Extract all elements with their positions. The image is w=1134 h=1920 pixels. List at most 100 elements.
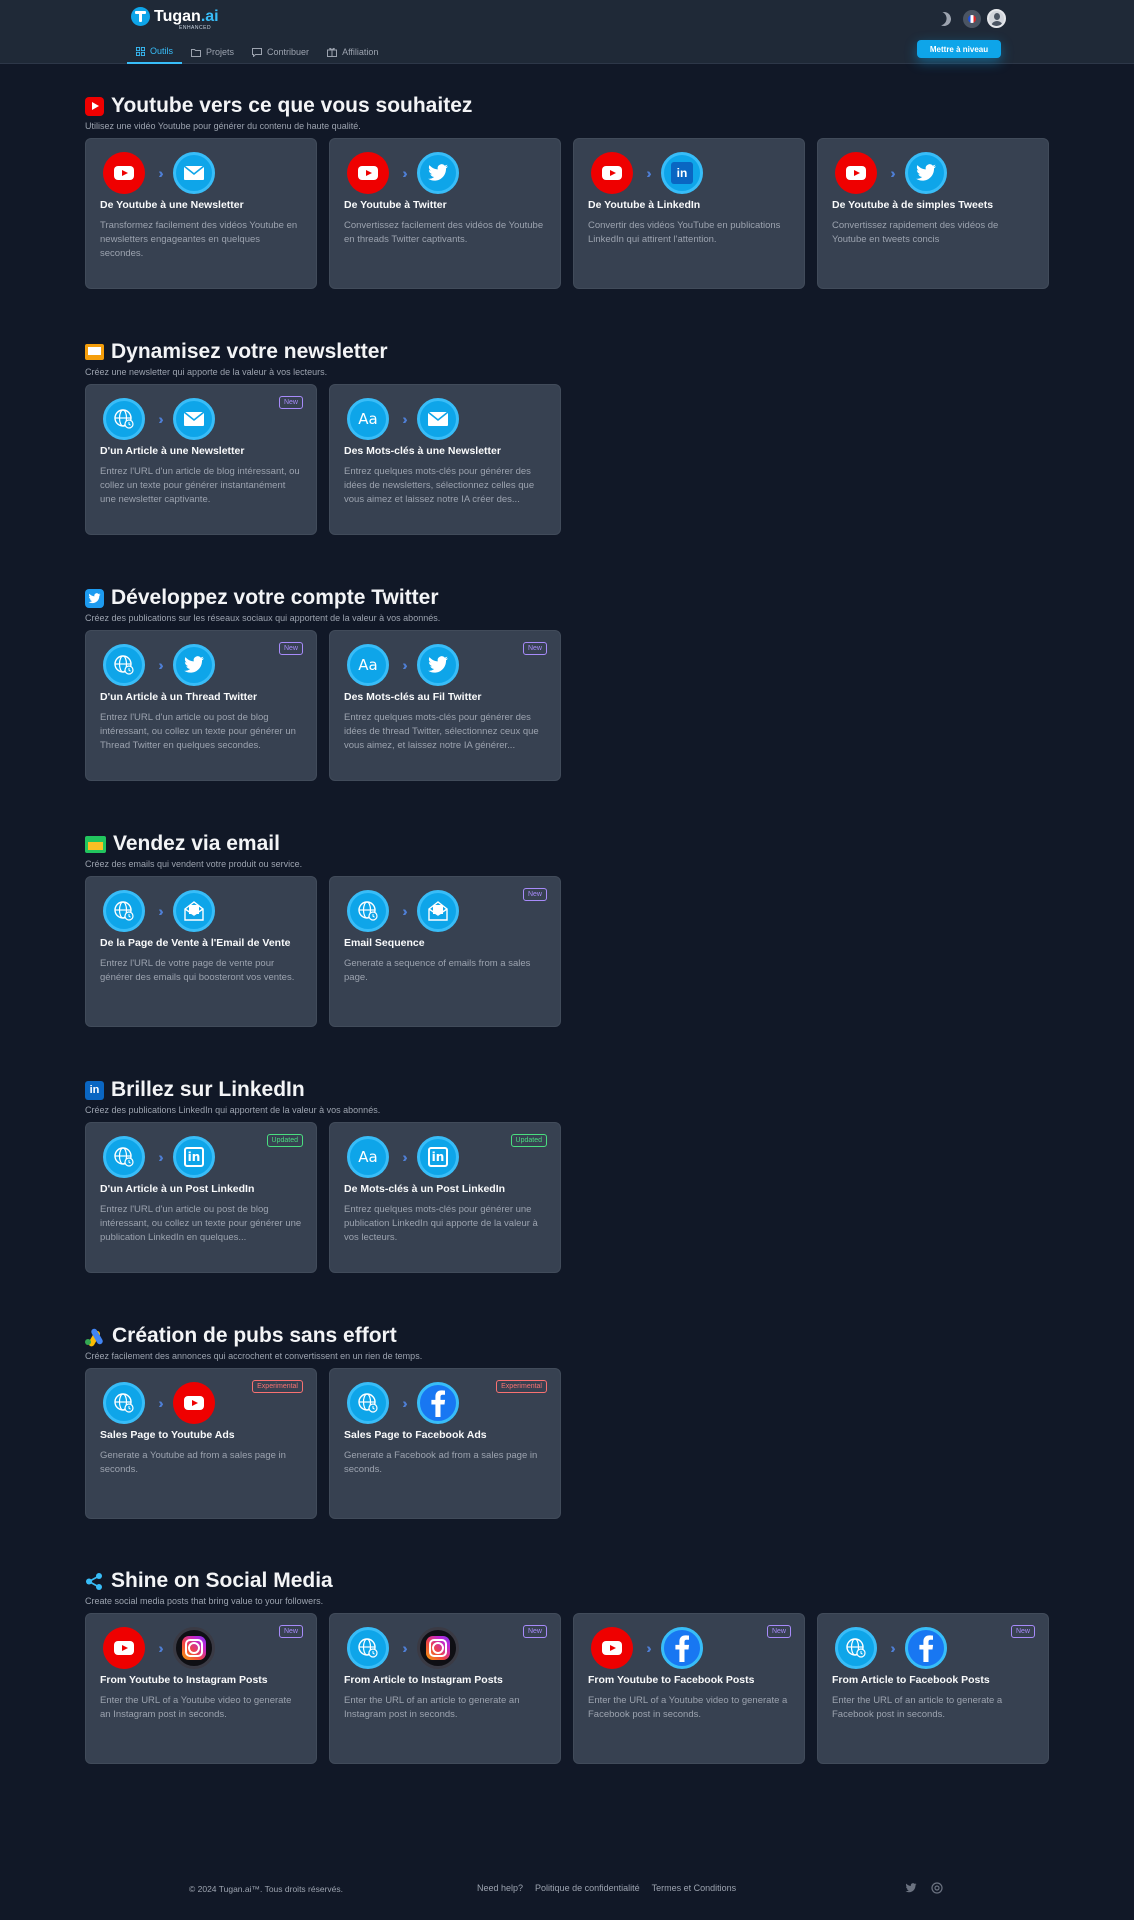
section-twitter: Développez votre compte Twitter Créez de… [85, 584, 1049, 781]
copyright-text: © 2024 Tugan.ai™. Tous droits réservés. [189, 1884, 343, 1894]
facebook-icon [417, 1382, 459, 1424]
tool-card-keywords-thread[interactable]: Aa ››› New Des Mots-clés au Fil Twitter … [329, 630, 561, 781]
twitter-icon [417, 152, 459, 194]
tool-card-salespage-email[interactable]: ››› De la Page de Vente à l'Email de Ven… [85, 876, 317, 1027]
card-description: Generate a Facebook ad from a sales page… [344, 1450, 538, 1475]
linkedin-icon: in [85, 1080, 104, 1100]
arrow-icon: ››› [389, 903, 417, 919]
globe-icon [347, 1382, 389, 1424]
footer-social [905, 1882, 943, 1894]
arrow-icon: ››› [389, 1395, 417, 1411]
card-description: Entrez quelques mots-clés pour générer d… [344, 466, 535, 505]
experimental-badge: Experimental [252, 1380, 303, 1393]
youtube-icon [591, 152, 633, 194]
linkedin-icon: in [417, 1136, 459, 1178]
tool-card-article-instagram[interactable]: ››› New From Article to Instagram Posts … [329, 1613, 561, 1764]
tool-card-article-facebook[interactable]: ››› New From Article to Facebook Posts E… [817, 1613, 1049, 1764]
card-description: Enter the URL of a Youtube video to gene… [100, 1695, 292, 1720]
nav-tab-projets[interactable]: Projets [182, 40, 243, 64]
at-sign-icon[interactable] [931, 1882, 943, 1894]
section-newsletter: Dynamisez votre newsletter Créez une new… [85, 338, 1049, 535]
card-description: Enter the URL of an article to generate … [344, 1695, 520, 1720]
flag-icon [968, 14, 976, 23]
main-nav: Outils Projets Contribuer Affiliation [127, 40, 387, 64]
card-description: Enter the URL of a Youtube video to gene… [588, 1695, 788, 1720]
twitter-icon[interactable] [905, 1882, 917, 1894]
new-badge: New [1010, 1625, 1035, 1638]
arrow-icon: ››› [633, 1640, 661, 1656]
brand-tag: ENHANCED [179, 25, 212, 31]
card-description: Transformez facilement des vidéos Youtub… [100, 220, 298, 259]
card-title: Sales Page to Facebook Ads [344, 1429, 487, 1441]
brand-name: Tugan.ai [154, 7, 219, 25]
footer-link-privacy[interactable]: Politique de confidentialité [535, 1883, 640, 1893]
tool-card-youtube-twitter[interactable]: ››› De Youtube à Twitter Convertissez fa… [329, 138, 561, 289]
section-social: Shine on Social Media Create social medi… [85, 1567, 1049, 1764]
footer-link-terms[interactable]: Termes et Conditions [652, 1883, 737, 1893]
card-title: Sales Page to Youtube Ads [100, 1429, 235, 1441]
card-description: Entrez quelques mots-clés pour générer u… [344, 1204, 538, 1243]
updated-badge: Updated [266, 1134, 303, 1147]
tool-card-salespage-youtube-ads[interactable]: ››› Experimental Sales Page to Youtube A… [85, 1368, 317, 1519]
section-subtitle: Créez des emails qui vendent votre produ… [85, 859, 303, 869]
tool-card-article-newsletter[interactable]: ››› New D'un Article à une Newsletter En… [85, 384, 317, 535]
arrow-icon: ››› [877, 165, 905, 181]
brand-logo[interactable]: Tugan.ai ENHANCED [131, 7, 219, 31]
card-title: De Youtube à Twitter [344, 199, 447, 211]
tool-card-youtube-linkedin[interactable]: ››› in De Youtube à LinkedIn Convertir d… [573, 138, 805, 289]
tool-card-keywords-linkedin[interactable]: Aa ››› in Updated De Mots-clés à un Post… [329, 1122, 561, 1273]
tool-card-email-sequence[interactable]: ››› New Email Sequence Generate a sequen… [329, 876, 561, 1027]
instagram-icon [173, 1627, 215, 1669]
footer-link-help[interactable]: Need help? [477, 1883, 523, 1893]
youtube-icon [85, 96, 104, 116]
card-title: From Youtube to Facebook Posts [588, 1674, 755, 1686]
user-avatar[interactable] [987, 9, 1006, 28]
nav-tab-contribuer[interactable]: Contribuer [243, 40, 318, 64]
tool-card-youtube-instagram[interactable]: ››› New From Youtube to Instagram Posts … [85, 1613, 317, 1764]
upgrade-button[interactable]: Mettre à niveau [917, 40, 1001, 58]
nav-tab-outils[interactable]: Outils [127, 40, 183, 64]
section-subtitle: Créez des publications LinkedIn qui appo… [85, 1105, 381, 1115]
folder-icon [191, 48, 202, 57]
experimental-badge: Experimental [496, 1380, 547, 1393]
globe-icon [103, 644, 145, 686]
section-title: Vendez via email [113, 832, 280, 855]
card-description: Generate a Youtube ad from a sales page … [100, 1450, 286, 1475]
tool-card-youtube-facebook[interactable]: ››› New From Youtube to Facebook Posts E… [573, 1613, 805, 1764]
text-aa-icon: Aa [347, 644, 389, 686]
card-title: De Youtube à de simples Tweets [832, 199, 994, 211]
tool-card-salespage-facebook-ads[interactable]: ››› Experimental Sales Page to Facebook … [329, 1368, 561, 1519]
text-aa-icon: Aa [347, 398, 389, 440]
twitter-icon [905, 152, 947, 194]
section-title: Youtube vers ce que vous souhaitez [111, 94, 473, 117]
facebook-icon [661, 1627, 703, 1669]
google-ads-icon [85, 1327, 105, 1348]
facebook-icon [905, 1627, 947, 1669]
language-button[interactable] [963, 9, 981, 28]
linkedin-icon: in [661, 152, 703, 194]
section-youtube: Youtube vers ce que vous souhaitez Utili… [85, 92, 1049, 289]
youtube-icon [835, 152, 877, 194]
tool-card-keywords-newsletter[interactable]: Aa ››› Des Mots-clés à une Newsletter En… [329, 384, 561, 535]
new-badge: New [278, 642, 303, 655]
tool-card-article-linkedin[interactable]: ››› in Updated D'un Article à un Post Li… [85, 1122, 317, 1273]
tool-card-youtube-newsletter[interactable]: ››› De Youtube à une Newsletter Transfor… [85, 138, 317, 289]
nav-label: Outils [150, 46, 174, 56]
email-icon [173, 152, 215, 194]
dark-mode-icon[interactable] [935, 10, 953, 28]
nav-label: Projets [206, 47, 235, 57]
tool-card-youtube-tweets[interactable]: ››› De Youtube à de simples Tweets Conve… [817, 138, 1049, 289]
twitter-icon [173, 644, 215, 686]
section-title: Développez votre compte Twitter [111, 586, 439, 609]
globe-icon [103, 890, 145, 932]
arrow-icon: ››› [633, 165, 661, 181]
card-description: Enter the URL of an article to generate … [832, 1695, 1003, 1720]
new-badge: New [766, 1625, 791, 1638]
section-title: Dynamisez votre newsletter [111, 340, 388, 363]
youtube-icon [173, 1382, 215, 1424]
logo-icon [131, 7, 150, 26]
card-title: D'un Article à un Thread Twitter [100, 691, 258, 703]
tool-card-article-thread[interactable]: ››› New D'un Article à un Thread Twitter… [85, 630, 317, 781]
nav-tab-affiliation[interactable]: Affiliation [318, 40, 387, 64]
arrow-icon: ››› [389, 657, 417, 673]
